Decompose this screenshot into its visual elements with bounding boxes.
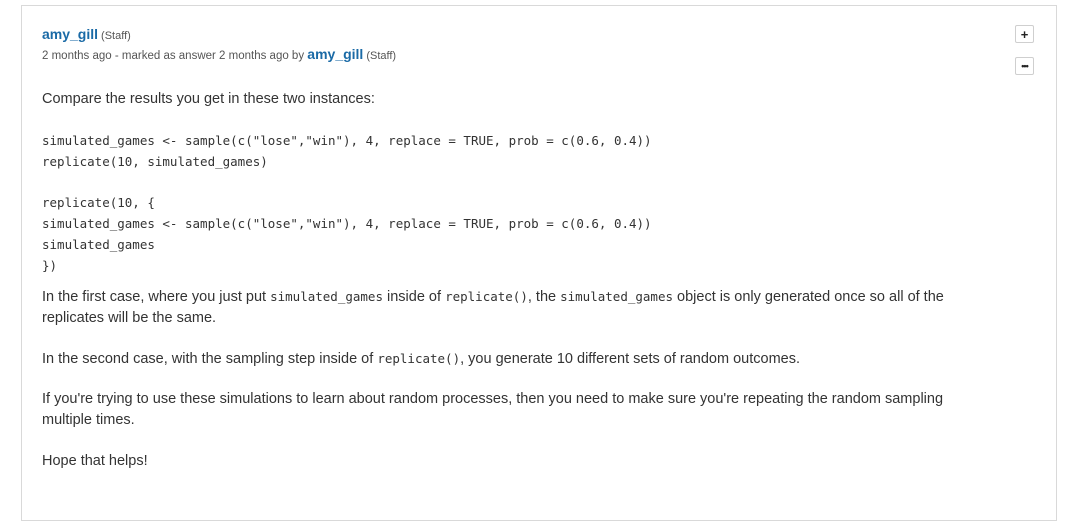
code-line: simulated_games <- sample(c("lose","win"… xyxy=(42,216,652,231)
code-line: simulated_games xyxy=(42,237,155,252)
code-line: replicate(10, { xyxy=(42,195,155,210)
inline-code: replicate() xyxy=(377,351,461,366)
author-role: (Staff) xyxy=(101,30,131,42)
post-meta: 2 months ago - marked as answer 2 months… xyxy=(42,46,396,64)
post-header: amy_gill (Staff) 2 months ago - marked as… xyxy=(42,25,396,64)
upvote-button[interactable]: + xyxy=(1015,25,1034,43)
plus-icon: + xyxy=(1020,26,1029,42)
first-case-paragraph: In the first case, where you just put si… xyxy=(42,289,944,326)
author-line: amy_gill (Staff) xyxy=(42,25,396,45)
answered-by-link[interactable]: amy_gill xyxy=(307,46,363,62)
code-line: replicate(10, simulated_games) xyxy=(42,154,268,169)
closing-paragraph: Hope that helps! xyxy=(42,453,148,469)
code-line: }) xyxy=(42,258,58,273)
inline-code: simulated_games xyxy=(560,289,673,304)
code-block-2: replicate(10, { simulated_games <- sample… xyxy=(42,192,652,276)
more-actions-button[interactable]: ••• xyxy=(1015,57,1034,75)
code-block-1: simulated_games <- sample(c("lose","win"… xyxy=(42,130,652,172)
meta-text: 2 months ago - marked as answer 2 months… xyxy=(42,50,305,62)
intro-paragraph: Compare the results you get in these two… xyxy=(42,91,375,107)
answered-by-role: (Staff) xyxy=(366,50,397,62)
code-line: simulated_games <- sample(c("lose","win"… xyxy=(42,133,652,148)
ellipsis-icon: ••• xyxy=(1021,61,1029,71)
advice-paragraph: If you're trying to use these simulation… xyxy=(42,391,944,428)
author-link[interactable]: amy_gill xyxy=(42,26,98,42)
inline-code: simulated_games xyxy=(270,289,383,304)
answer-card: amy_gill (Staff) 2 months ago - marked as… xyxy=(21,5,1057,521)
second-case-paragraph: In the second case, with the sampling st… xyxy=(42,351,800,367)
inline-code: replicate() xyxy=(445,289,528,304)
